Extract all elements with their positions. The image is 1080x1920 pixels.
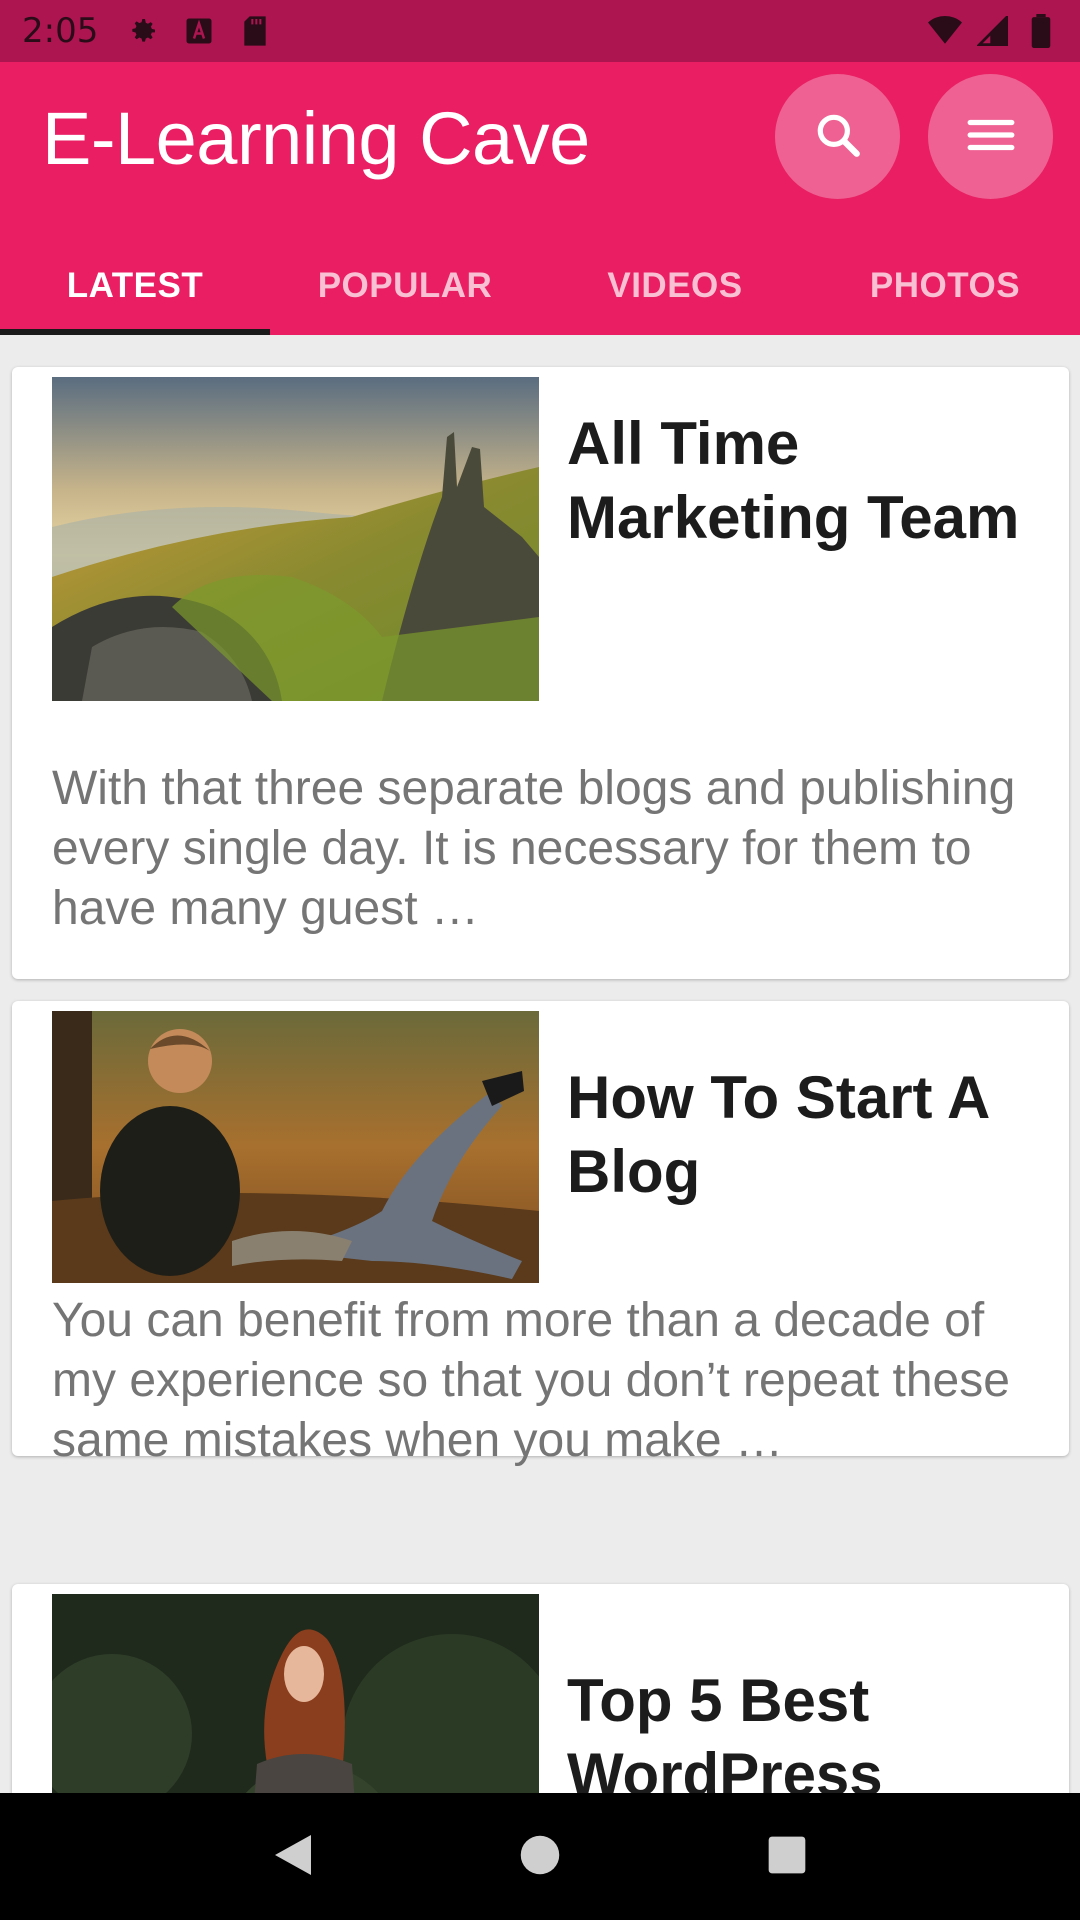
home-button[interactable] [510, 1827, 570, 1887]
post-title: Top 5 Best WordPress [567, 1667, 883, 1793]
menu-button[interactable] [928, 74, 1053, 199]
post-image [52, 1011, 539, 1283]
post-card[interactable]: How To Start A Blog You can benefit from… [12, 1001, 1069, 1467]
post-title: How To Start A Blog [567, 1064, 989, 1205]
post-card[interactable]: All Time Marketing Team With that three … [12, 367, 1069, 979]
status-time: 2:05 [22, 11, 99, 51]
tab-photos[interactable]: PHOTOS [810, 237, 1080, 335]
post-image [52, 1594, 539, 1793]
back-button[interactable] [263, 1827, 323, 1887]
tab-bar: LATEST POPULAR VIDEOS PHOTOS [0, 237, 1080, 335]
home-icon [519, 1834, 561, 1880]
search-button[interactable] [775, 74, 900, 199]
recents-icon [767, 1835, 807, 1879]
back-icon [271, 1831, 315, 1883]
post-image [52, 377, 539, 701]
post-list: All Time Marketing Team With that three … [0, 335, 1080, 1793]
post-title: All Time Marketing Team [567, 410, 1020, 551]
system-nav-bar [0, 1793, 1080, 1920]
tab-videos[interactable]: VIDEOS [540, 237, 810, 335]
app-bar: E-Learning Cave LATEST POPULAR VIDEOS PH… [0, 62, 1080, 335]
tab-popular[interactable]: POPULAR [270, 237, 540, 335]
search-icon [813, 110, 863, 164]
app-title: E-Learning Cave [42, 97, 590, 180]
post-excerpt: With that three separate blogs and publi… [52, 762, 1016, 935]
text-a-icon [182, 14, 216, 48]
status-bar: 2:05 [0, 0, 1080, 62]
battery-icon [1024, 14, 1058, 48]
sd-card-icon [238, 14, 272, 48]
tab-latest[interactable]: LATEST [0, 237, 270, 335]
signal-icon [976, 14, 1010, 48]
post-excerpt: You can benefit from more than a decade … [52, 1294, 1010, 1467]
menu-icon [966, 115, 1016, 159]
wifi-icon [928, 14, 962, 48]
post-card[interactable]: Top 5 Best WordPress [12, 1584, 1069, 1793]
recents-button[interactable] [757, 1827, 817, 1887]
settings-icon [126, 14, 160, 48]
